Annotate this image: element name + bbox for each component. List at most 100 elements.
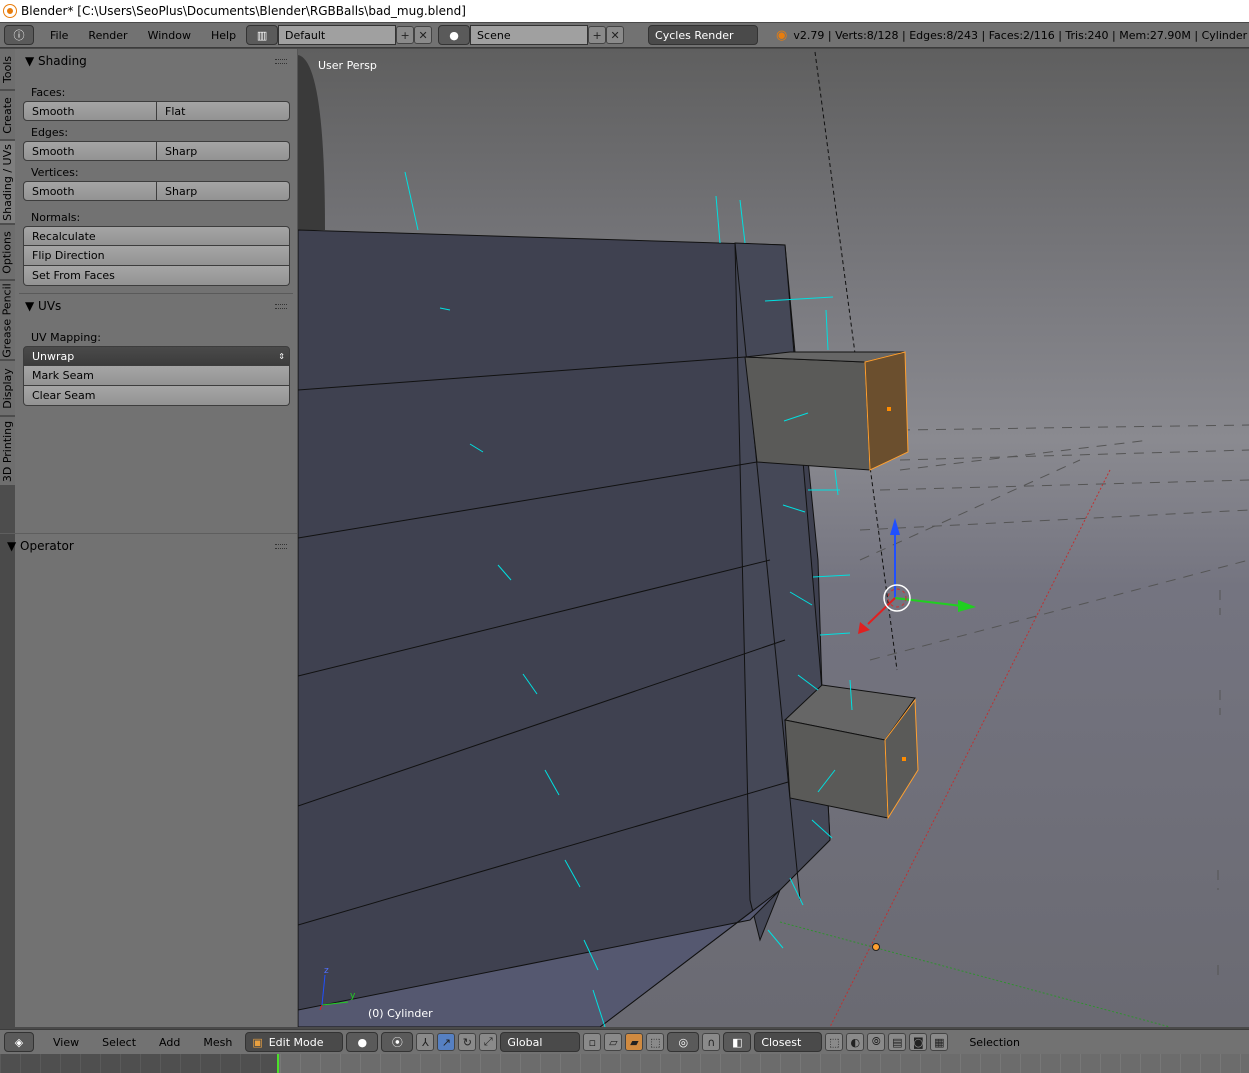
vertices-sharp-button[interactable]: Sharp xyxy=(157,181,290,201)
divider xyxy=(19,293,293,294)
editor-type-info-icon[interactable]: ⓘ xyxy=(4,25,34,45)
opengl-render-icon[interactable]: ▤ xyxy=(888,1033,907,1051)
limit-selection-icon[interactable]: ⬚ xyxy=(646,1033,665,1051)
y-axis-line xyxy=(779,921,1171,1027)
window-title: Blender* [C:\Users\SeoPlus\Documents\Ble… xyxy=(21,4,466,18)
panel-grip-icon[interactable] xyxy=(275,304,287,309)
edge-select-icon[interactable]: ▱ xyxy=(604,1033,623,1051)
add-scene-icon[interactable]: + xyxy=(588,26,607,44)
mark-seam-button[interactable]: Mark Seam xyxy=(23,366,290,386)
layout-field[interactable]: Default xyxy=(278,25,397,45)
scale-manipulator-icon[interactable]: ⤢ xyxy=(479,1033,498,1051)
background-object xyxy=(298,55,325,230)
normals-label: Normals: xyxy=(31,211,81,224)
vertex-select-icon[interactable]: ▫ xyxy=(583,1033,602,1051)
menu-render[interactable]: Render xyxy=(78,29,137,42)
face-select-icon[interactable]: ▰ xyxy=(625,1033,644,1051)
faces-label: Faces: xyxy=(31,86,66,99)
proportional-editing-icon[interactable]: ◎ xyxy=(667,1032,700,1052)
tool-tabs: Tools Create Shading / UVs Options Greas… xyxy=(0,49,15,533)
shading-panel-header[interactable]: ▼ Shading xyxy=(25,54,87,68)
axis-y-label: y xyxy=(350,991,356,1001)
object-label: (0) Cylinder xyxy=(368,1007,433,1020)
axis-z-label: z xyxy=(324,966,329,976)
operator-panel-header[interactable]: ▼ Operator xyxy=(7,539,74,553)
editor-type-3d-view-icon[interactable]: ◈ xyxy=(4,1032,34,1052)
remove-scene-icon[interactable]: ✕ xyxy=(606,26,625,44)
edges-smooth-button[interactable]: Smooth xyxy=(23,141,157,161)
object-origin-icon xyxy=(872,943,880,951)
scene-stats: v2.79 | Verts:8/128 | Edges:8/243 | Face… xyxy=(793,28,1248,42)
info-header: ⓘ File Render Window Help ▥ Default + ✕ … xyxy=(0,23,1249,48)
remove-layout-icon[interactable]: ✕ xyxy=(414,26,433,44)
timeline-strip[interactable] xyxy=(0,1054,1249,1073)
menu-help[interactable]: Help xyxy=(201,29,246,42)
panel-grip-icon[interactable] xyxy=(275,544,287,549)
tab-shading-uvs[interactable]: Shading / UVs xyxy=(0,141,15,225)
tool-shelf: ▼ Shading Faces: Smooth Flat Edges: Smoot… xyxy=(0,49,298,1027)
divider xyxy=(0,533,297,534)
dropdown-arrows-icon: ⇕ xyxy=(278,351,285,361)
uvs-panel-header[interactable]: ▼ UVs xyxy=(25,299,61,313)
mode-select[interactable]: ▣ Edit Mode xyxy=(245,1032,344,1052)
scene-field[interactable]: Scene xyxy=(470,25,589,45)
snap-self-icon[interactable]: ⦾ xyxy=(867,1033,886,1051)
y-arrow xyxy=(894,597,963,607)
scene-icon[interactable]: ● xyxy=(438,25,471,45)
transform-gizmo xyxy=(858,518,976,634)
tab-create[interactable]: Create xyxy=(0,91,15,141)
clear-seam-button[interactable]: Clear Seam xyxy=(23,386,290,406)
menu-view[interactable]: View xyxy=(43,1036,89,1049)
tab-3d-printing[interactable]: 3D Printing xyxy=(0,417,15,487)
tab-options[interactable]: Options xyxy=(0,225,15,281)
orientation-select[interactable]: Global xyxy=(500,1032,581,1052)
add-layout-icon[interactable]: + xyxy=(396,26,415,44)
recalculate-button[interactable]: Recalculate xyxy=(23,226,290,246)
snap-toggle-icon[interactable]: ∩ xyxy=(702,1033,721,1051)
manipulator-toggle-icon[interactable]: ⅄ xyxy=(416,1033,435,1051)
menu-window[interactable]: Window xyxy=(138,29,201,42)
pivot-point-icon[interactable]: ⦿ xyxy=(381,1032,414,1052)
mug-body xyxy=(298,229,831,1027)
render-image-icon[interactable]: ◙ xyxy=(909,1033,928,1051)
faces-flat-button[interactable]: Flat xyxy=(157,101,290,121)
selected-face xyxy=(864,351,909,471)
vertices-smooth-button[interactable]: Smooth xyxy=(23,181,157,201)
snap-element-icon[interactable]: ◧ xyxy=(723,1032,752,1052)
vertices-label: Vertices: xyxy=(31,166,79,179)
tab-grease-pencil[interactable]: Grease Pencil xyxy=(0,281,15,361)
edges-label: Edges: xyxy=(31,126,69,139)
menu-mesh[interactable]: Mesh xyxy=(193,1036,242,1049)
layout-icon[interactable]: ▥ xyxy=(246,25,279,45)
set-from-faces-button[interactable]: Set From Faces xyxy=(23,266,290,286)
snap-options-icon[interactable]: ⬚ xyxy=(825,1033,844,1051)
uv-mapping-label: UV Mapping: xyxy=(31,331,101,344)
translate-manipulator-icon[interactable]: ↗ xyxy=(437,1033,456,1051)
edit-mode-icon: ▣ xyxy=(252,1035,263,1049)
view-label: User Persp xyxy=(318,59,377,72)
rotate-manipulator-icon[interactable]: ↻ xyxy=(458,1033,477,1051)
3d-view-header: ◈ View Select Add Mesh ▣ Edit Mode ● ⦿ ⅄ … xyxy=(0,1029,1249,1054)
menu-add[interactable]: Add xyxy=(149,1036,190,1049)
selection-label: Selection xyxy=(969,1035,1021,1049)
window-titlebar: Blender* [C:\Users\SeoPlus\Documents\Ble… xyxy=(0,0,1249,22)
frame-cursor[interactable] xyxy=(277,1054,279,1073)
3d-viewport[interactable]: User Persp y z (0) Cylinder xyxy=(298,49,1249,1027)
edges-sharp-button[interactable]: Sharp xyxy=(157,141,290,161)
tab-display[interactable]: Display xyxy=(0,361,15,417)
handle-top xyxy=(744,351,909,471)
unwrap-dropdown[interactable]: Unwrap ⇕ xyxy=(23,346,290,366)
panel-grip-icon[interactable] xyxy=(275,59,287,64)
snap-project-icon[interactable]: ◐ xyxy=(846,1033,865,1051)
menu-select[interactable]: Select xyxy=(92,1036,146,1049)
flip-direction-button[interactable]: Flip Direction xyxy=(23,246,290,266)
faces-smooth-button[interactable]: Smooth xyxy=(23,101,157,121)
x-arrow xyxy=(867,597,896,625)
render-animation-icon[interactable]: ▦ xyxy=(930,1033,949,1051)
tab-tools[interactable]: Tools xyxy=(0,49,15,91)
snap-target-select[interactable]: Closest xyxy=(754,1032,823,1052)
viewport-shading-icon[interactable]: ● xyxy=(346,1032,379,1052)
menu-file[interactable]: File xyxy=(40,29,78,42)
render-engine-select[interactable]: Cycles Render xyxy=(648,25,759,45)
floor-grid xyxy=(859,424,1249,980)
